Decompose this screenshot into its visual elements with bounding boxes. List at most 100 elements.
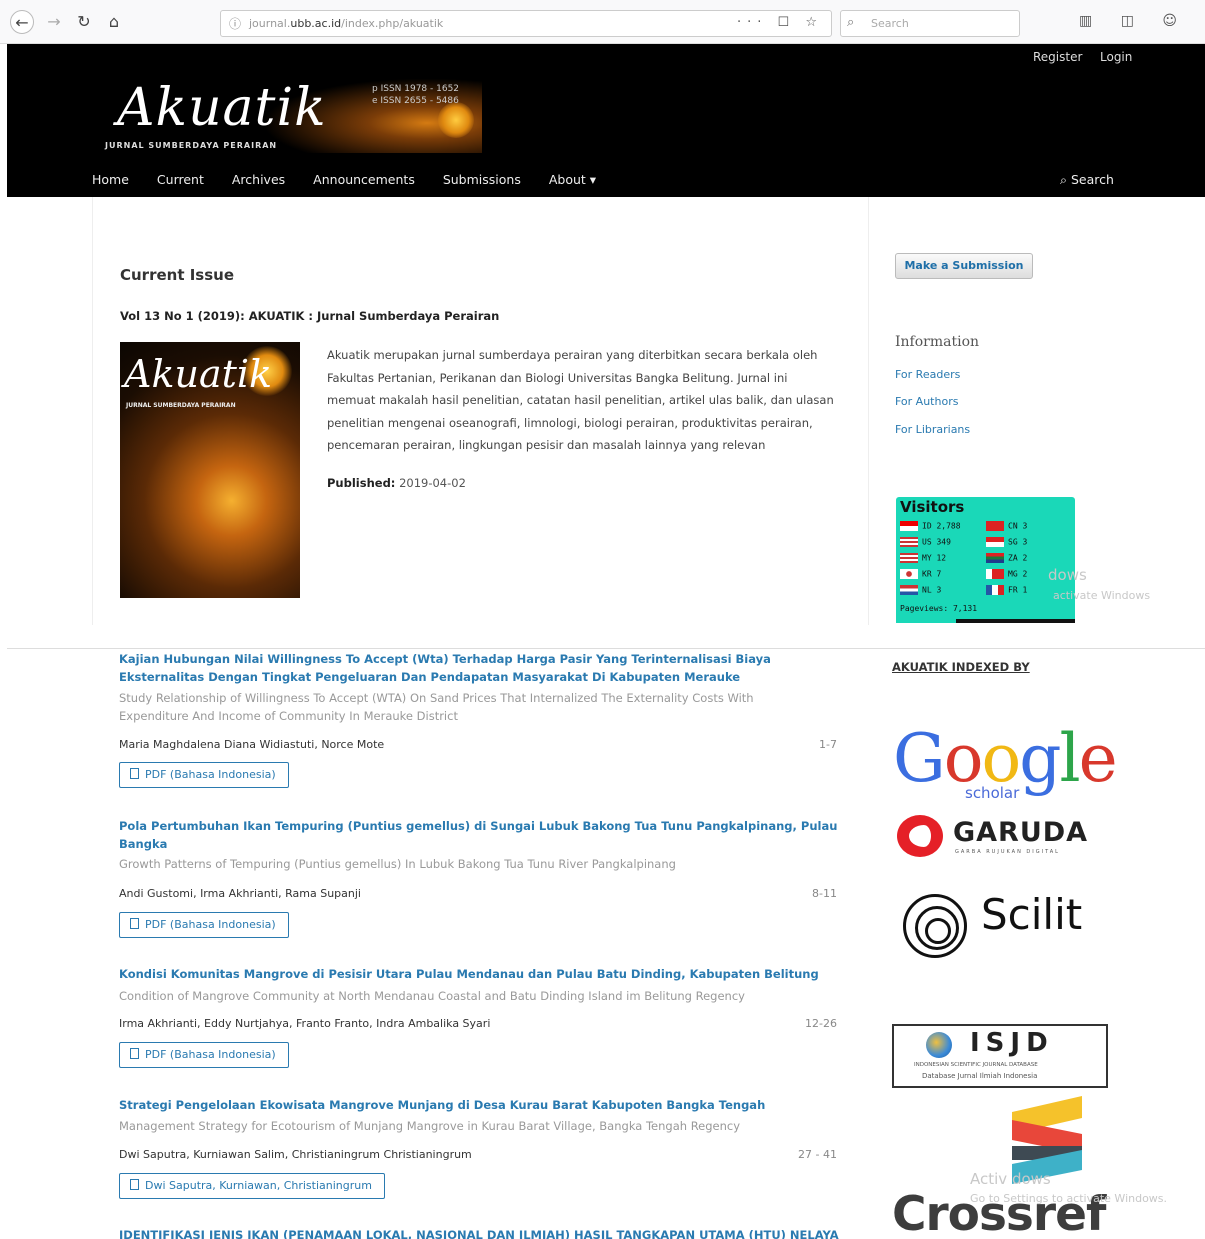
visitors-title: Visitors xyxy=(900,498,965,516)
article-subtitle: Condition of Mangrove Community at North… xyxy=(119,989,745,1003)
flag-mg-icon xyxy=(986,569,1004,579)
flag-nl-icon xyxy=(900,585,918,595)
garuda-logo[interactable]: GARUDA GARBA RUJUKAN DIGITAL xyxy=(897,815,1107,861)
isjd-logo[interactable]: ISJD INDONESIAN SCIENTIFIC JOURNAL DATAB… xyxy=(892,1024,1108,1088)
article-subtitle: Study Relationship of Willingness To Acc… xyxy=(119,691,754,723)
screenshot-divider xyxy=(7,648,1205,649)
url-text: journal.ubb.ac.id/index.php/akuatik xyxy=(249,17,444,30)
flag-cn-icon xyxy=(986,521,1004,531)
nav-home[interactable]: Home xyxy=(92,172,129,192)
indexed-by-heading: AKUATIK INDEXED BY xyxy=(892,660,1030,674)
activation-watermark: dows xyxy=(1048,566,1087,584)
article-authors: Andi Gustomi, Irma Akhrianti, Rama Supan… xyxy=(119,887,361,900)
article-title[interactable]: IDENTIFIKASI JENIS IKAN (PENAMAAN LOKAL,… xyxy=(119,1227,839,1239)
activation-watermark-small: Go to Settings to activate Windows. xyxy=(970,1192,1168,1205)
visitor-row: US 349 xyxy=(900,537,951,547)
nav-submissions[interactable]: Submissions xyxy=(443,172,521,192)
cover-subtitle: JURNAL SUMBERDAYA PERAIRAN xyxy=(126,402,236,409)
nav-about[interactable]: About ▾ xyxy=(549,172,596,192)
logo-subtitle: JURNAL SUMBERDAYA PERAIRAN xyxy=(105,141,278,150)
galley-button[interactable]: Dwi Saputra, Kurniawan, Christianingrum xyxy=(119,1173,385,1199)
article-pages: 27 - 41 xyxy=(798,1148,837,1161)
reload-icon[interactable]: ↻ xyxy=(72,10,96,34)
nav-announcements[interactable]: Announcements xyxy=(313,172,415,192)
issue-cover-image[interactable]: Akuatik JURNAL SUMBERDAYA PERAIRAN xyxy=(120,342,300,598)
article-pages: 1-7 xyxy=(819,738,837,751)
back-arrow-icon[interactable]: ← xyxy=(10,10,34,34)
pdf-galley-button[interactable]: PDF (Bahasa Indonesia) xyxy=(119,1042,289,1068)
site-header: Register Login Akuatik JURNAL SUMBERDAYA… xyxy=(7,44,1205,197)
article-title[interactable]: Kondisi Komunitas Mangrove di Pesisir Ut… xyxy=(119,966,839,984)
url-bar[interactable]: ⓘ journal.ubb.ac.id/index.php/akuatik ··… xyxy=(220,10,832,37)
visitor-row: KR 7 xyxy=(900,569,941,579)
sun-icon xyxy=(438,102,474,138)
pageviews-count: Pageviews: 7,131 xyxy=(900,604,978,613)
scilit-wordmark: Scilit xyxy=(981,890,1083,939)
visitor-row: MG 2 xyxy=(986,569,1027,579)
scilit-ring-icon xyxy=(925,918,951,944)
article-authors: Irma Akhrianti, Eddy Nurtjahya, Franto F… xyxy=(119,1017,491,1030)
cover-title: Akuatik xyxy=(124,352,273,396)
header-search-link[interactable]: ⌕ Search xyxy=(1060,172,1114,188)
home-icon[interactable]: ⌂ xyxy=(102,10,126,34)
isjd-subtitle: Database Jurnal Ilmiah Indonesia xyxy=(922,1072,1038,1080)
garuda-icon xyxy=(897,815,943,857)
flag-us-icon xyxy=(900,537,918,547)
nav-current[interactable]: Current xyxy=(157,172,204,192)
flag-my-icon xyxy=(900,553,918,563)
activation-watermark: Activ dows xyxy=(970,1170,1051,1188)
search-placeholder: Search xyxy=(871,17,909,30)
visitor-row: ZA 2 xyxy=(986,553,1027,563)
published-date: Published: 2019-04-02 xyxy=(327,476,466,490)
pdf-galley-button[interactable]: PDF (Bahasa Indonesia) xyxy=(119,762,289,788)
for-librarians-link[interactable]: For Librarians xyxy=(895,423,970,436)
library-sidebar-account-icons[interactable]: ▥ ◫ ☺ xyxy=(1079,13,1189,29)
visitor-row: NL 3 xyxy=(900,585,941,595)
for-readers-link[interactable]: For Readers xyxy=(895,368,960,381)
visitors-widget[interactable]: Visitors ID 2,788 US 349 MY 12 KR 7 NL 3… xyxy=(896,497,1075,623)
document-icon xyxy=(130,1048,139,1059)
garuda-tagline: GARBA RUJUKAN DIGITAL xyxy=(955,849,1060,855)
article-authors: Dwi Saputra, Kurniawan Salim, Christiani… xyxy=(119,1148,472,1161)
issue-description: Akuatik merupakan jurnal sumberdaya pera… xyxy=(327,348,834,453)
garuda-wordmark: GARUDA xyxy=(953,817,1089,848)
visitor-row: ID 2,788 xyxy=(900,521,961,531)
make-submission-button[interactable]: Make a Submission xyxy=(895,253,1033,279)
article-title[interactable]: Kajian Hubungan Nilai Willingness To Acc… xyxy=(119,651,839,686)
flag-fr-icon xyxy=(986,585,1004,595)
scilit-logo[interactable]: Scilit xyxy=(903,890,1103,960)
search-icon: ⌕ xyxy=(1060,172,1071,187)
flag-sg-icon xyxy=(986,537,1004,547)
register-link[interactable]: Register xyxy=(1033,50,1082,64)
flag-id-icon xyxy=(900,521,918,531)
article-title[interactable]: Pola Pertumbuhan Ikan Tempuring (Puntius… xyxy=(119,818,839,853)
page-actions-icon[interactable]: ··· ☐ ☆ xyxy=(737,15,823,30)
logo-text: Akuatik xyxy=(117,78,327,138)
info-icon[interactable]: ⓘ xyxy=(229,15,241,32)
article-pages: 12-26 xyxy=(805,1017,837,1030)
isjd-wordmark: ISJD xyxy=(970,1028,1054,1058)
page-title: Current Issue xyxy=(120,266,235,284)
flag-za-icon xyxy=(986,553,1004,563)
globe-icon xyxy=(926,1032,952,1058)
for-authors-link[interactable]: For Authors xyxy=(895,395,958,408)
visitor-row: SG 3 xyxy=(986,537,1027,547)
document-icon xyxy=(130,768,139,779)
login-link[interactable]: Login xyxy=(1100,50,1132,64)
visitor-row: CN 3 xyxy=(986,521,1027,531)
browser-search-input[interactable]: ⌕ Search xyxy=(840,10,1020,37)
article-pages: 8-11 xyxy=(812,887,837,900)
activation-watermark-small: activate Windows xyxy=(1053,589,1151,602)
google-scholar-label: scholar xyxy=(965,784,1020,802)
google-scholar-logo[interactable]: Google scholar xyxy=(893,720,1118,810)
flag-kr-icon xyxy=(900,569,918,579)
forward-arrow-icon[interactable]: → xyxy=(42,10,66,34)
article-subtitle: Growth Patterns of Tempuring (Puntius ge… xyxy=(119,857,676,871)
visitor-row: FR 1 xyxy=(986,585,1027,595)
article-authors: Maria Maghdalena Diana Widiastuti, Norce… xyxy=(119,738,385,751)
pdf-galley-button[interactable]: PDF (Bahasa Indonesia) xyxy=(119,912,289,938)
article-title[interactable]: Strategi Pengelolaan Ekowisata Mangrove … xyxy=(119,1097,839,1115)
issue-identification[interactable]: Vol 13 No 1 (2019): AKUATIK : Jurnal Sum… xyxy=(120,309,499,323)
nav-archives[interactable]: Archives xyxy=(232,172,285,192)
crossref-logo[interactable]: Crossref xyxy=(892,1092,1122,1239)
